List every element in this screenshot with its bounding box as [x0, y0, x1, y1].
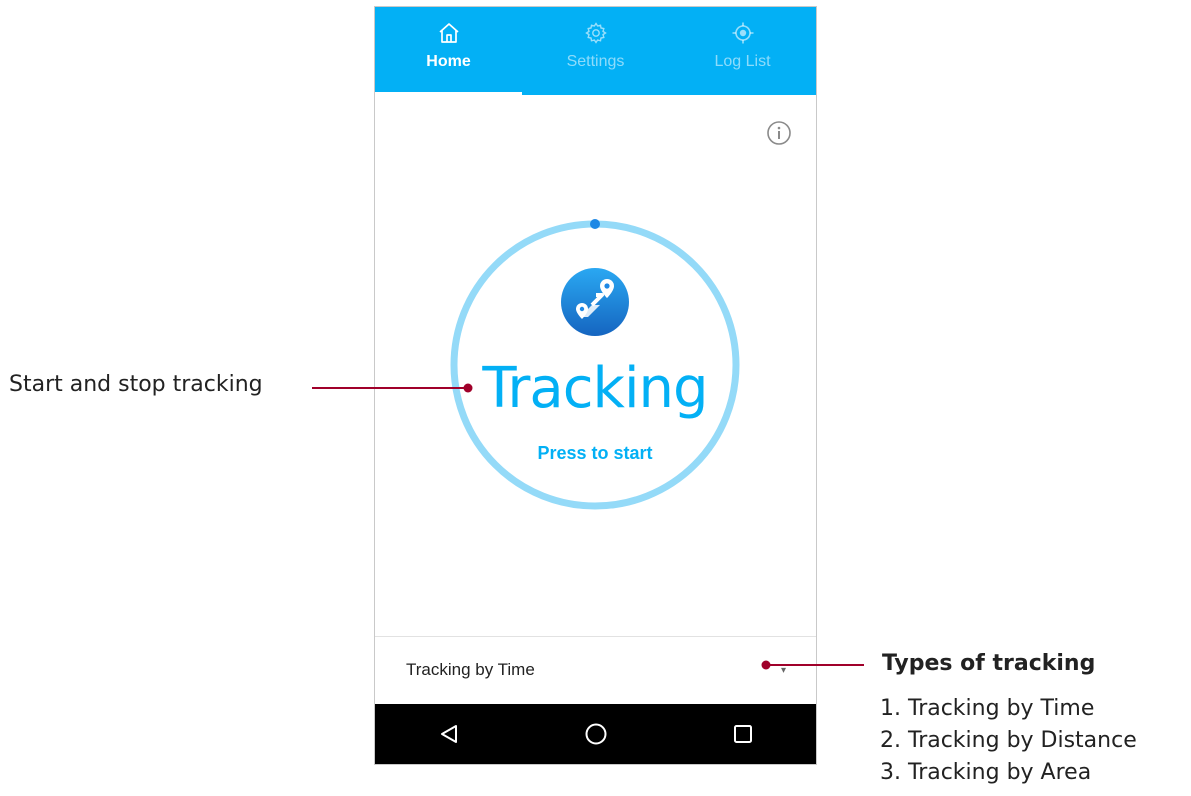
tab-home-label: Home — [426, 53, 471, 70]
annotation-type-item: 1. Tracking by Time — [880, 696, 1095, 721]
android-nav-bar — [375, 704, 816, 764]
active-tab-indicator — [375, 92, 522, 95]
tracking-mode-value: Tracking by Time — [406, 660, 535, 679]
route-pin-icon — [561, 268, 629, 336]
tab-log-list-label: Log List — [714, 53, 771, 70]
chevron-down-icon: ▾ — [781, 665, 787, 676]
nav-home-button[interactable] — [576, 714, 616, 754]
annotation-start-stop: Start and stop tracking — [9, 372, 263, 397]
tracking-mode-select[interactable]: Tracking by Time ▾ — [375, 636, 816, 705]
crosshair-icon — [732, 22, 753, 44]
tracking-title: Tracking — [482, 356, 708, 421]
home-circle-icon — [585, 723, 606, 745]
annotation-types-list: 1. Tracking by Time 2. Tracking by Dista… — [880, 693, 1137, 789]
nav-recents-button[interactable] — [723, 714, 763, 754]
gear-icon — [584, 22, 607, 44]
tracking-start-button[interactable]: Tracking Press to start — [447, 217, 743, 513]
back-triangle-icon — [440, 725, 457, 743]
home-icon — [438, 23, 459, 43]
annotation-type-item: 2. Tracking by Distance — [880, 728, 1137, 753]
phone-screen: Home Settings Log List Tracking Press to… — [374, 6, 817, 765]
recents-square-icon — [733, 725, 752, 743]
tab-log-list[interactable]: Log List — [669, 7, 816, 95]
annotation-type-item: 3. Tracking by Area — [880, 760, 1092, 785]
tab-settings-label: Settings — [566, 53, 625, 70]
tab-settings[interactable]: Settings — [522, 7, 669, 95]
info-icon[interactable] — [765, 119, 793, 147]
annotation-types-title: Types of tracking — [882, 651, 1096, 676]
tracking-subtitle: Press to start — [537, 443, 653, 463]
tab-home[interactable]: Home — [375, 7, 522, 95]
tab-bar: Home Settings Log List — [375, 7, 816, 95]
nav-back-button[interactable] — [429, 714, 469, 754]
